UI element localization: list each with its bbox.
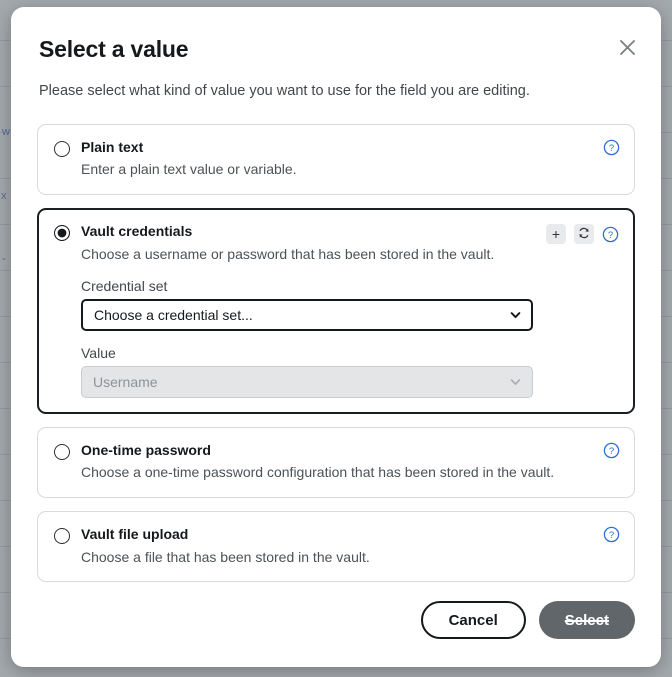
plus-icon: + — [551, 226, 561, 243]
radio-one-time-password[interactable] — [54, 443, 70, 460]
option-card-one-time-password[interactable]: One-time password Choose a one-time pass… — [37, 426, 635, 499]
radio-vault-credentials[interactable] — [54, 225, 70, 242]
cancel-button[interactable]: Cancel — [420, 601, 526, 639]
page-title: Select a value — [39, 36, 189, 62]
dialog-subtitle: Please select what kind of value you wan… — [39, 83, 530, 100]
svg-text:?: ? — [609, 143, 614, 154]
close-icon — [619, 39, 636, 56]
help-circle-icon[interactable]: ? — [602, 226, 619, 243]
value-field: Value Username — [54, 345, 618, 398]
dialog-footer: Cancel Select — [11, 601, 661, 667]
svg-text:?: ? — [609, 446, 614, 457]
option-label: Vault file upload — [81, 526, 189, 543]
option-description: Enter a plain text value or variable. — [81, 161, 297, 178]
add-credential-set-button[interactable]: + — [546, 224, 566, 245]
value-select: Username — [81, 365, 533, 398]
value-type-option-list: Plain text Enter a plain text value or v… — [37, 123, 635, 583]
option-card-plain-text[interactable]: Plain text Enter a plain text value or v… — [37, 123, 635, 196]
radio-plain-text[interactable] — [54, 140, 70, 157]
option-card-vault-credentials[interactable]: Vault credentials Choose a username or p… — [37, 208, 635, 414]
option-label: Vault credentials — [81, 223, 193, 240]
help-circle-icon[interactable]: ? — [603, 442, 620, 459]
help-circle-icon[interactable]: ? — [603, 526, 620, 543]
option-description: Choose a username or password that has b… — [81, 245, 495, 262]
select-button: Select — [538, 601, 635, 639]
select-a-value-dialog: Select a value Please select what kind o… — [11, 7, 661, 667]
option-description: Choose a file that has been stored in th… — [81, 548, 370, 565]
option-label: One-time password — [81, 441, 211, 458]
option-label: Plain text — [81, 138, 144, 155]
radio-vault-file-upload[interactable] — [54, 528, 70, 545]
option-description: Choose a one-time password configuration… — [81, 464, 555, 481]
refresh-credential-sets-button[interactable] — [574, 224, 594, 245]
refresh-icon — [578, 227, 590, 242]
credential-set-select[interactable]: Choose a credential set... — [81, 298, 533, 331]
svg-text:?: ? — [609, 530, 614, 541]
credential-set-field: Credential set Choose a credential set..… — [54, 278, 618, 331]
credential-set-label: Credential set — [81, 277, 168, 294]
svg-text:?: ? — [608, 230, 613, 241]
dialog-header: Select a value — [11, 7, 661, 62]
close-button[interactable] — [613, 33, 641, 61]
help-circle-icon[interactable]: ? — [603, 139, 620, 156]
option-card-vault-file-upload[interactable]: Vault file upload Choose a file that has… — [37, 511, 635, 583]
value-label: Value — [81, 344, 116, 361]
